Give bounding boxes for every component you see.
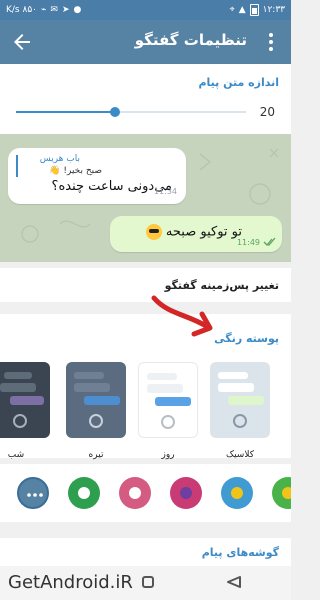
change-background-label: تغییر پس‌زمینه گفتگو (164, 279, 279, 292)
network-speed: K/s ۸۵۰ (6, 4, 37, 15)
mail-icon: ✉ (50, 4, 58, 15)
theme-radio-day[interactable] (161, 415, 175, 429)
theme-card-day[interactable] (138, 362, 198, 438)
watermark: GetAndroid.iR (8, 572, 133, 593)
theme-label-dark: تیره (88, 450, 104, 460)
annotation-arrow-icon (151, 295, 213, 337)
accent-color-green[interactable] (68, 477, 100, 509)
reply-quote-text: صبح بخیر! 👋 (49, 166, 102, 176)
chat-preview: باب هریس صبح بخیر! 👋 می‌دونی ساعت چنده؟ … (0, 134, 291, 262)
accent-color-row (0, 464, 291, 522)
sunglasses-emoji-icon (145, 224, 162, 240)
more-horizontal-icon (27, 493, 43, 497)
message-corners-header: گوشه‌های پیام (201, 546, 279, 559)
usb-icon: ⌁ (41, 4, 47, 15)
page-title: تنظیمات گفتگو (134, 31, 247, 49)
arrow-left-icon[interactable] (10, 30, 34, 54)
accent-color-lime[interactable] (272, 477, 291, 509)
theme-card-classic[interactable] (210, 362, 270, 438)
text-size-slider-thumb[interactable] (109, 107, 120, 117)
color-theme-section: پوسته رنگی شب تیره روز کلاسیک (0, 308, 291, 460)
theme-label-classic: کلاسیک (226, 450, 254, 460)
home-button[interactable] (142, 576, 154, 588)
color-theme-header: پوسته رنگی (214, 332, 279, 345)
outgoing-message-time: 11:49 (236, 238, 260, 247)
location-icon: ⌖ (229, 4, 235, 15)
theme-radio-classic[interactable] (233, 414, 247, 428)
outgoing-message-bubble: تو توکیو صبحه 11:49 (110, 216, 282, 252)
more-colors-button[interactable] (17, 477, 49, 509)
status-bar-left: K/s ۸۵۰ ⌁ ✉ ➤ ● (6, 4, 82, 15)
theme-radio-night[interactable] (13, 414, 27, 428)
back-nav-icon[interactable] (224, 574, 244, 590)
chat-settings-screen: K/s ۸۵۰ ⌁ ✉ ➤ ● ⌖ ▲ ۱۲:۳۳ تنظیمات گفتگو … (0, 0, 291, 600)
theme-label-night: شب (7, 450, 25, 460)
notification-icon: ● (73, 4, 82, 15)
accent-color-pink[interactable] (119, 477, 151, 509)
message-corners-section: گوشه‌های پیام (0, 530, 291, 570)
battery-icon (249, 4, 259, 16)
text-size-value: 20 (259, 105, 275, 119)
telegram-icon: ➤ (61, 4, 70, 15)
double-check-icon (263, 237, 276, 246)
reply-quote-bar (16, 155, 18, 177)
accent-color-magenta[interactable] (170, 477, 202, 509)
reply-sender-name: باب هریس (39, 154, 80, 164)
text-size-header: اندازه متن پیام (198, 76, 279, 89)
status-bar-right: ⌖ ▲ ۱۲:۳۳ (230, 4, 285, 16)
incoming-message-bubble: باب هریس صبح بخیر! 👋 می‌دونی ساعت چنده؟ … (8, 148, 186, 204)
outgoing-message-text: تو توکیو صبحه (145, 224, 242, 240)
outgoing-message-label: تو توکیو صبحه (165, 224, 242, 240)
text-size-section: اندازه متن پیام 20 (0, 64, 291, 134)
system-nav-bar: GetAndroid.iR (0, 566, 291, 600)
theme-label-day: روز (161, 450, 175, 460)
app-bar: تنظیمات گفتگو (0, 20, 291, 64)
theme-card-dark[interactable] (66, 362, 126, 438)
status-time: ۱۲:۳۳ (262, 4, 285, 15)
more-vertical-icon[interactable] (259, 30, 283, 54)
theme-card-night[interactable] (0, 362, 50, 438)
theme-radio-dark[interactable] (89, 414, 103, 428)
signal-icon: ▲ (238, 4, 246, 15)
theme-list (0, 362, 291, 457)
accent-color-blue[interactable] (221, 477, 253, 509)
status-bar: K/s ۸۵۰ ⌁ ✉ ➤ ● ⌖ ▲ ۱۲:۳۳ (0, 0, 291, 20)
incoming-message-time: 11:34 (153, 187, 177, 196)
change-background-row[interactable]: تغییر پس‌زمینه گفتگو (0, 262, 291, 302)
text-size-slider-fill (16, 111, 115, 113)
